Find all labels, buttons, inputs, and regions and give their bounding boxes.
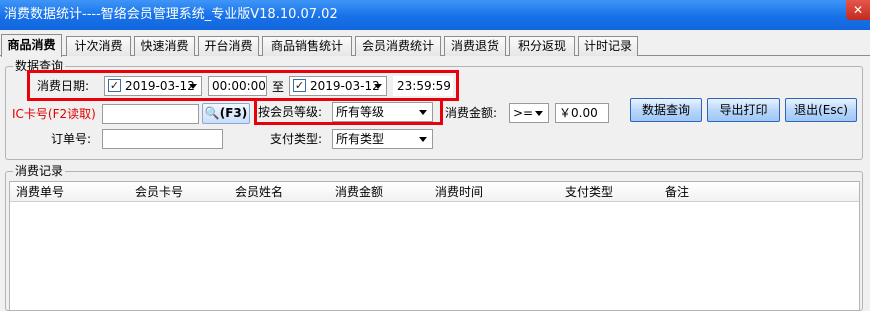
tab-timing-records[interactable]: 计时记录	[578, 36, 638, 56]
order-no-label: 订单号:	[51, 132, 92, 146]
column-header-member-name[interactable]: 会员姓名	[235, 182, 283, 202]
export-print-button[interactable]: 导出打印	[707, 98, 780, 122]
search-icon: 🔍	[204, 106, 220, 120]
amount-input[interactable]: ￥0.00	[555, 103, 609, 123]
chevron-down-icon	[535, 111, 543, 116]
order-no-input[interactable]	[102, 129, 223, 149]
tab-member-consumption-stats[interactable]: 会员消费统计	[355, 36, 441, 56]
ic-card-input[interactable]	[102, 104, 199, 124]
column-header-time[interactable]: 消费时间	[435, 182, 483, 202]
tab-quick-consumption[interactable]: 快速消费	[134, 36, 195, 56]
tab-points-cashback[interactable]: 积分返现	[509, 36, 575, 56]
window-title: 消费数据统计----智络会员管理系统_专业版V18.10.07.02	[4, 7, 338, 22]
pay-type-label: 支付类型:	[270, 132, 323, 146]
close-button[interactable]: ✕	[846, 0, 870, 20]
exit-button[interactable]: 退出(Esc)	[785, 98, 857, 122]
pay-type-select[interactable]: 所有类型	[332, 129, 433, 149]
tab-consumption-return[interactable]: 消费退货	[444, 36, 506, 56]
records-group-title: 消费记录	[13, 164, 66, 178]
column-header-card-no[interactable]: 会员卡号	[135, 182, 183, 202]
column-header-pay-type[interactable]: 支付类型	[565, 182, 613, 202]
tab-product-sales-stats[interactable]: 商品销售统计	[262, 36, 352, 56]
amount-label: 消费金额:	[445, 106, 498, 120]
pay-type-value: 所有类型	[336, 132, 385, 146]
close-icon: ✕	[852, 3, 864, 17]
records-table[interactable]: 消费单号 会员卡号 会员姓名 消费金额 消费时间 支付类型 备注	[9, 181, 860, 311]
query-button[interactable]: 数据查询	[630, 98, 702, 122]
window-title-bar: 消费数据统计----智络会员管理系统_专业版V18.10.07.02	[0, 0, 870, 30]
amount-operator-select[interactable]: >=	[509, 103, 549, 123]
chevron-down-icon	[419, 137, 427, 142]
tab-product-consumption[interactable]: 商品消费	[1, 34, 62, 57]
member-level-highlight	[254, 98, 443, 125]
column-header-amount[interactable]: 消费金额	[335, 182, 383, 202]
ic-card-label: IC卡号(F2读取)	[12, 107, 96, 121]
read-card-button[interactable]: 🔍(F3)	[202, 103, 250, 124]
date-range-highlight	[27, 70, 459, 101]
records-table-header: 消费单号 会员卡号 会员姓名 消费金额 消费时间 支付类型 备注	[10, 182, 859, 202]
tab-count-consumption[interactable]: 计次消费	[66, 36, 131, 56]
amount-operator-value: >=	[513, 106, 534, 120]
column-header-remark[interactable]: 备注	[665, 182, 689, 202]
read-card-label: (F3)	[219, 106, 248, 120]
column-header-order-no[interactable]: 消费单号	[16, 182, 64, 202]
tab-table-consumption[interactable]: 开台消费	[198, 36, 259, 56]
